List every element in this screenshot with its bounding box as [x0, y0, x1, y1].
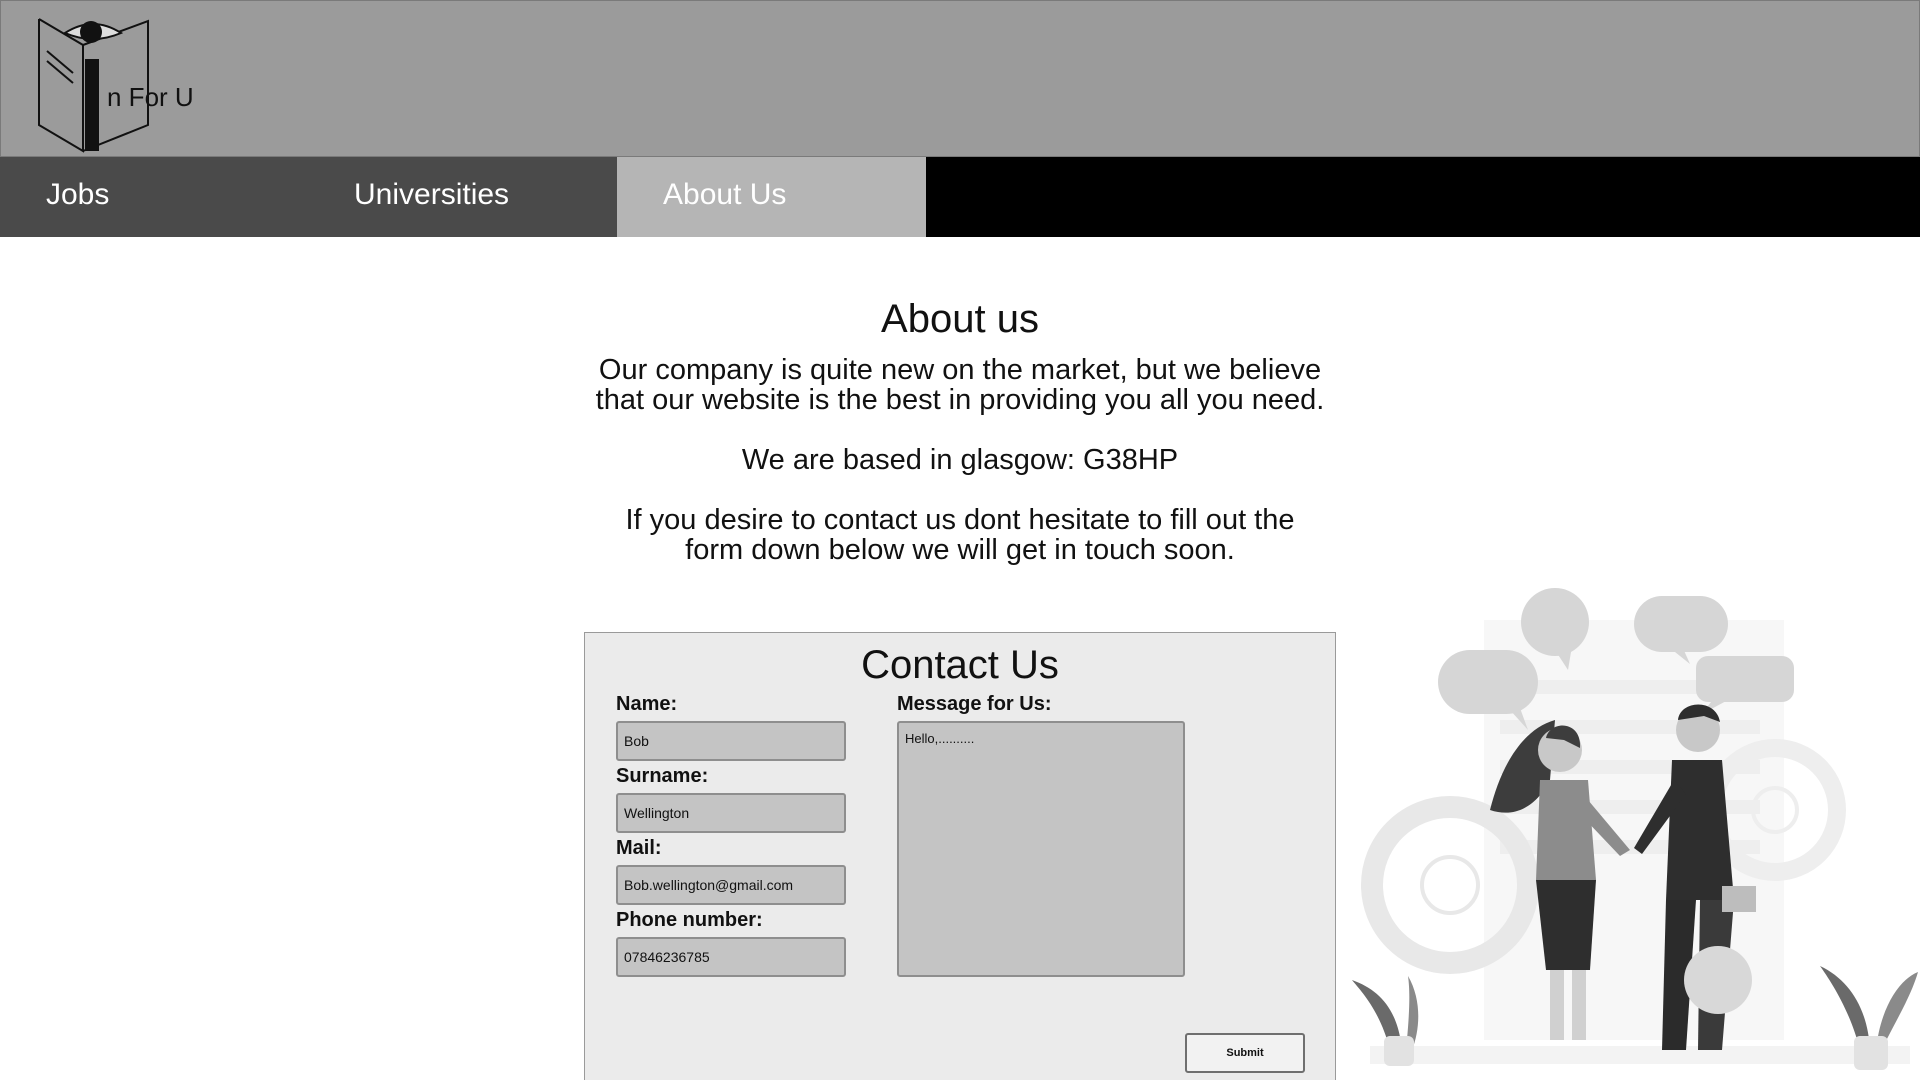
phone-field[interactable] — [616, 937, 846, 977]
surname-field[interactable] — [616, 793, 846, 833]
logo[interactable]: n For U — [35, 15, 205, 155]
contact-title: Contact Us — [861, 643, 1059, 687]
intro-paragraph-3-line-2: form down below we will get in touch soo… — [685, 534, 1235, 566]
page-title: About us — [881, 297, 1039, 341]
phone-label: Phone number: — [616, 909, 763, 931]
logo-text: n For U — [107, 82, 194, 112]
intro-paragraph-1-line-2: that our website is the best in providin… — [595, 384, 1325, 416]
nav-item-about-us[interactable]: About Us — [617, 157, 926, 237]
about-section: About us Our company is quite new on the… — [0, 295, 1920, 565]
intro-paragraph-3-line-1: If you desire to contact us dont hesitat… — [625, 504, 1295, 536]
mail-label: Mail: — [616, 837, 662, 859]
handshake-illustration-image — [1352, 588, 1918, 1070]
site-header: n For U — [0, 0, 1920, 157]
intro-paragraph-3: If you desire to contact us dont hesitat… — [0, 505, 1920, 565]
location-text: We are based in glasgow: G38HP — [741, 444, 1179, 476]
nav-item-universities[interactable]: Universities — [308, 157, 617, 237]
surname-label: Surname: — [616, 765, 709, 787]
intro-paragraph-1-line-1: Our company is quite new on the market, … — [598, 354, 1322, 386]
contact-form: Contact Us Name: Surname: Mail: Phone nu… — [584, 632, 1336, 1080]
name-label: Name: — [616, 693, 678, 715]
submit-button[interactable]: Submit — [1185, 1033, 1305, 1073]
mail-field[interactable] — [616, 865, 846, 905]
main-nav: Jobs Universities About Us — [0, 157, 1920, 237]
name-field[interactable] — [616, 721, 846, 761]
intro-paragraph-1: Our company is quite new on the market, … — [0, 355, 1920, 415]
handshake-illustration — [1350, 580, 1920, 1080]
message-field[interactable]: Hello,.......... — [897, 721, 1185, 977]
message-label: Message for Us: — [897, 693, 1052, 715]
nav-item-jobs[interactable]: Jobs — [0, 157, 308, 237]
